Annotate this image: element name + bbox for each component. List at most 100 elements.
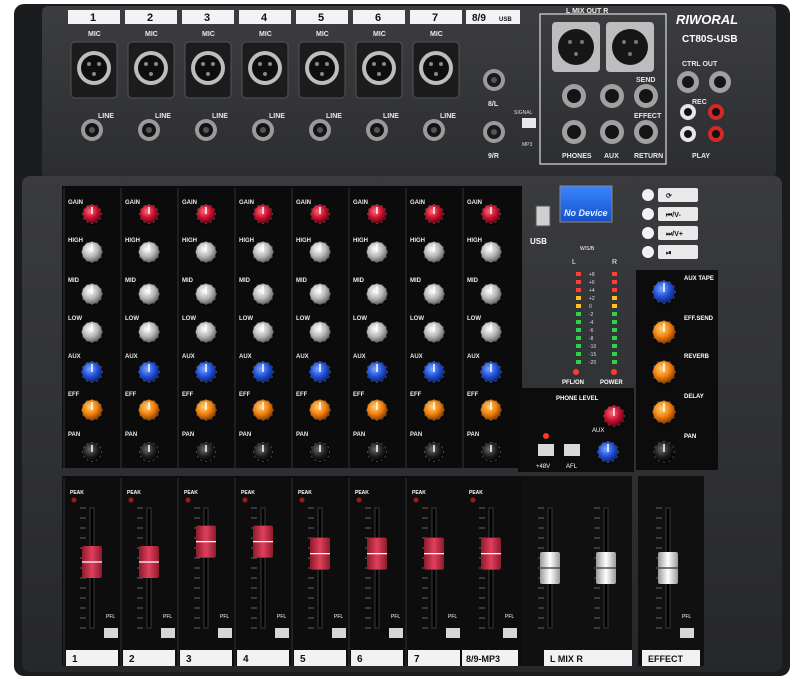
- pan-label: PAN: [410, 432, 422, 438]
- mid-label: MID: [353, 278, 365, 284]
- meter-led-right: [612, 296, 617, 300]
- pan-label: PAN: [353, 432, 365, 438]
- channel-number: 6: [375, 12, 381, 24]
- aux-label: AUX: [239, 354, 252, 360]
- power-label: POWER: [600, 380, 623, 386]
- high-label: HIGH: [410, 238, 425, 244]
- usb-button-label: ⏯: [666, 250, 672, 257]
- pfl-button[interactable]: [161, 628, 175, 638]
- fader-cap[interactable]: [481, 537, 501, 570]
- pfl-button[interactable]: [275, 628, 289, 638]
- usb-player-button[interactable]: ⏯: [642, 245, 698, 259]
- fader-cap[interactable]: [196, 525, 216, 558]
- mic-label: MIC: [430, 31, 443, 38]
- meter-led-right: [612, 272, 617, 276]
- peak-label: PEAK: [355, 490, 369, 496]
- xlr-input-jack: [355, 41, 403, 99]
- pfl-button[interactable]: [680, 628, 694, 638]
- meter-scale-label: +4: [589, 288, 595, 294]
- aux-label: AUX: [467, 354, 480, 360]
- pfl-button[interactable]: [332, 628, 346, 638]
- fader-cap[interactable]: [139, 546, 159, 578]
- peak-led: [185, 497, 191, 503]
- mic-label: MIC: [316, 31, 329, 38]
- usb-port[interactable]: [535, 205, 551, 227]
- line-input-jack: [423, 119, 445, 141]
- peak-label: PEAK: [412, 490, 426, 496]
- channel-number: 2: [147, 12, 153, 24]
- peak-label: PEAK: [70, 490, 84, 496]
- meter-led-right: [612, 352, 617, 356]
- afl-label: AFL: [566, 464, 578, 470]
- mic-label: MIC: [259, 31, 272, 38]
- high-label: HIGH: [68, 238, 83, 244]
- play-label: PLAY: [692, 153, 710, 160]
- line-label: LINE: [155, 113, 171, 120]
- wsb-label: W/S/B: [580, 246, 595, 252]
- high-label: HIGH: [296, 238, 311, 244]
- pfl-button[interactable]: [446, 628, 460, 638]
- pfl-on-label: PFL/ON: [562, 380, 584, 386]
- pfl-button[interactable]: [503, 628, 517, 638]
- high-label: HIGH: [125, 238, 140, 244]
- meter-scale-label: -10: [589, 344, 596, 350]
- mic-label: MIC: [202, 31, 215, 38]
- fader-cap[interactable]: [367, 537, 387, 570]
- peak-label: PEAK: [241, 490, 255, 496]
- low-label: LOW: [467, 316, 481, 322]
- fader-cap[interactable]: [540, 552, 560, 584]
- line-input-jack: [138, 119, 160, 141]
- fader-cap[interactable]: [424, 537, 444, 570]
- low-label: LOW: [68, 316, 82, 322]
- high-label: HIGH: [353, 238, 368, 244]
- pfl-label: PFL: [277, 614, 286, 620]
- meter-scale-label: 0: [589, 304, 592, 310]
- meter-scale-label: -8: [589, 336, 594, 342]
- meter-led-right: [612, 312, 617, 316]
- usb-player-button[interactable]: ⏭/V+: [642, 226, 698, 240]
- fader-cap[interactable]: [253, 525, 273, 558]
- eff-label: EFF: [68, 392, 80, 398]
- fader-cap[interactable]: [82, 546, 102, 578]
- pfl-button[interactable]: [104, 628, 118, 638]
- line-label: LINE: [383, 113, 399, 120]
- eff-label: EFF: [125, 392, 137, 398]
- aux-label: AUX: [125, 354, 138, 360]
- phantom-button[interactable]: [538, 444, 554, 456]
- gain-label: GAIN: [182, 200, 197, 206]
- meter-led-left: [576, 312, 581, 316]
- line-input-jack: [195, 119, 217, 141]
- channel-number: 3: [204, 12, 210, 24]
- peak-led: [242, 497, 248, 503]
- aux-label: AUX: [68, 354, 81, 360]
- pfl-button[interactable]: [389, 628, 403, 638]
- signal-switch[interactable]: [522, 118, 536, 128]
- stereo-right-label: 9/R: [488, 153, 499, 160]
- mix-bottom-label: L MIX R: [550, 654, 583, 664]
- peak-led: [470, 497, 476, 503]
- usb-player-button[interactable]: ⏮/V-: [642, 207, 698, 221]
- channel-bottom-label: 6: [357, 654, 363, 665]
- channel-bottom-label: 3: [186, 654, 192, 665]
- low-label: LOW: [410, 316, 424, 322]
- fader-cap[interactable]: [658, 552, 678, 584]
- pfl-button[interactable]: [218, 628, 232, 638]
- mic-label: MIC: [145, 31, 158, 38]
- pfl-label: PFL: [682, 614, 691, 620]
- pan-label: PAN: [296, 432, 308, 438]
- delay-label: DELAY: [684, 394, 704, 400]
- fader-cap[interactable]: [596, 552, 616, 584]
- afl-button[interactable]: [564, 444, 580, 456]
- aux-label: AUX: [410, 354, 423, 360]
- meter-led-left: [576, 336, 581, 340]
- fader-cap[interactable]: [310, 537, 330, 570]
- meter-led-left: [576, 304, 581, 308]
- gain-label: GAIN: [467, 200, 482, 206]
- pfl-label: PFL: [448, 614, 457, 620]
- meter-scale-label: +2: [589, 296, 595, 302]
- usb-player-button[interactable]: ⟳: [642, 188, 698, 202]
- mid-label: MID: [410, 278, 422, 284]
- pan-label: PAN: [467, 432, 479, 438]
- usb-button-label: ⟳: [666, 193, 672, 200]
- eff-label: EFF: [182, 392, 194, 398]
